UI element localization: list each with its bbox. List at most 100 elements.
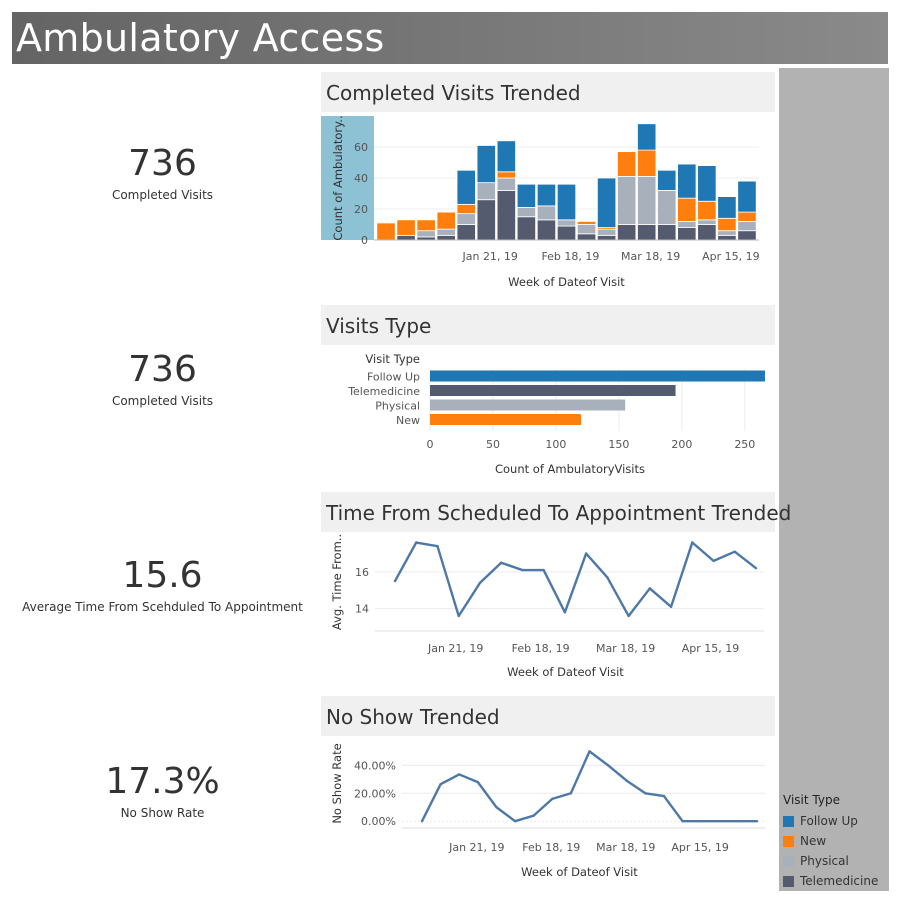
data-point: [669, 605, 673, 608]
y-axis-title: No Show Rate: [330, 743, 344, 823]
bar-segment: [456, 203, 476, 215]
bar: [430, 370, 765, 382]
bar-segment: [596, 234, 617, 241]
data-point: [737, 820, 740, 823]
x-tick-label: Jan 21, 19: [461, 250, 517, 263]
bar-segment: [697, 165, 717, 202]
data-point: [691, 541, 694, 544]
x-tick-label: Apr 15, 19: [671, 841, 729, 854]
bar-segment: [637, 224, 657, 241]
bar-segment: [576, 224, 597, 235]
bar-segment: [536, 205, 557, 221]
legend-swatch: [783, 855, 794, 867]
panel-title: Completed Visits Trended: [326, 81, 581, 105]
y-tick-label: 40.00%: [354, 759, 396, 772]
x-tick-label: 150: [608, 438, 629, 451]
bar-segment: [576, 221, 597, 225]
data-point: [606, 576, 609, 579]
kpi-value: 736: [128, 143, 197, 184]
data-point: [712, 559, 715, 563]
data-point: [495, 806, 498, 809]
bar: [430, 399, 626, 411]
bar-segment: [717, 234, 737, 241]
data-point: [754, 567, 758, 570]
category-label: Physical: [375, 400, 420, 413]
bar-segment: [456, 213, 476, 225]
bar-segment: [697, 200, 717, 221]
time-to-appointment-chart[interactable]: 14 16 Avg. Time From.. Jan 21, 19 Feb 18, 19…: [321, 532, 775, 684]
bar-segment: [637, 149, 657, 177]
category-label: New: [396, 414, 420, 427]
bar-segment: [456, 224, 476, 241]
bar-segment: [576, 233, 597, 241]
legend-item-follow-up[interactable]: Follow Up: [783, 811, 887, 831]
x-tick-label: Feb 18, 19: [512, 642, 570, 655]
x-tick-label: 200: [671, 438, 692, 451]
legend-swatch: [783, 875, 794, 887]
y-axis-title: Avg. Time From..: [330, 534, 344, 630]
bar-segment: [396, 219, 416, 236]
x-tick-label: Feb 18, 19: [541, 250, 599, 263]
x-tick-label: Apr 15, 19: [702, 250, 760, 263]
bar-segment: [677, 163, 697, 199]
filter-sidebar: [779, 68, 889, 891]
kpi-label: Average Time From Scehduled To Appointme…: [22, 600, 303, 614]
panel-title: No Show Trended: [326, 705, 500, 729]
completed-visits-chart[interactable]: 0 20 40 60 Count of Ambulatory.. Jan 21, 19 Fe…: [321, 112, 775, 294]
category-header: Visit Type: [365, 352, 420, 366]
dashboard-title: Ambulatory Access: [16, 16, 385, 60]
no-show-chart[interactable]: 0.00% 20.00% 40.00% No Show Rate Jan 21, 19 F…: [321, 736, 775, 884]
bar-segment: [536, 183, 557, 207]
data-point: [563, 611, 567, 614]
data-point: [662, 794, 666, 798]
x-tick-label: 50: [486, 438, 500, 451]
legend-title: Visit Type: [783, 793, 840, 807]
bar: [430, 414, 582, 425]
data-point: [420, 820, 424, 823]
bar-segment: [496, 177, 516, 191]
data-point: [569, 792, 573, 795]
data-point: [532, 814, 535, 817]
bar-segment: [737, 230, 757, 241]
x-axis-title: Week of Dateof Visit: [521, 865, 638, 879]
bar-segment: [617, 176, 637, 225]
legend-label: Physical: [800, 854, 849, 868]
legend-item-physical[interactable]: Physical: [783, 851, 887, 871]
data-point: [648, 587, 652, 590]
bar-segment: [677, 197, 697, 222]
data-point: [644, 792, 647, 795]
kpi-value: 15.6: [122, 555, 203, 596]
bar-segment: [657, 190, 677, 225]
data-point: [606, 764, 610, 767]
bar-segment: [516, 207, 537, 218]
bar-segment: [657, 169, 677, 191]
legend-item-new[interactable]: New: [783, 831, 887, 851]
data-point: [478, 581, 482, 585]
bar-segment: [717, 196, 737, 219]
bar-segment: [596, 228, 617, 236]
legend-item-telemedicine[interactable]: Telemedicine: [783, 871, 887, 891]
bar-segment: [456, 169, 476, 205]
bar-segment: [717, 230, 737, 236]
y-tick-label: 16: [355, 566, 369, 579]
x-tick-label: Mar 18, 19: [596, 841, 655, 854]
bar-segment: [436, 211, 456, 230]
x-tick-label: Apr 15, 19: [682, 642, 740, 655]
bar-segment: [396, 234, 416, 241]
data-point: [755, 820, 759, 823]
data-point: [699, 820, 703, 823]
kpi-label: Completed Visits: [111, 188, 214, 202]
bar-segment: [496, 190, 516, 241]
data-point: [718, 820, 721, 823]
data-point: [476, 780, 480, 784]
kpi-avg-time: 15.6 Average Time From Scehduled To Appo…: [10, 555, 315, 615]
bar-segment: [596, 177, 617, 228]
bar-segment: [697, 219, 717, 225]
data-point: [733, 550, 736, 553]
y-tick-label: 0: [361, 234, 368, 247]
visit-type-chart[interactable]: Visit Type 0 50 100 150 200 250 Follow UpTeleme…: [321, 345, 775, 479]
y-axis-title: Count of Ambulatory..: [331, 115, 345, 240]
bar-segment: [556, 225, 577, 241]
bar-segment: [496, 171, 516, 179]
legend-label: Follow Up: [800, 814, 858, 828]
